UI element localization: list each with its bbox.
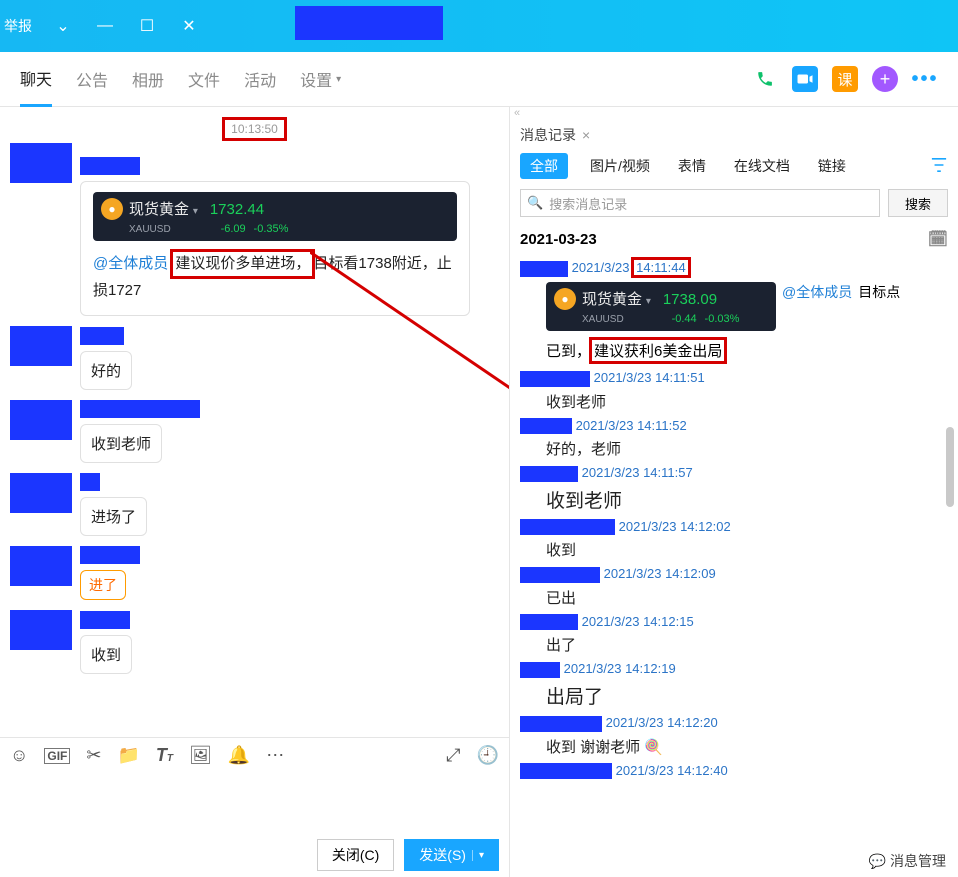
compose-toolbar: ☺ GIF ✂ 📁 TT 🖼 🔔 ⋯ ⤢ 🕘 <box>0 737 509 773</box>
avatar-redacted <box>10 143 72 183</box>
ellipsis-icon[interactable]: ⋯ <box>266 745 284 766</box>
username-redacted <box>520 418 572 434</box>
mention-all[interactable]: @全体成员 <box>782 282 852 302</box>
username-redacted <box>80 400 200 418</box>
message-record-panel: « 消息记录 × 全部 图片/视频 表情 在线文档 链接 🔍 搜索消息记录 搜索… <box>510 107 958 877</box>
report-link[interactable]: 举报 <box>0 16 42 36</box>
record-text: 收到 谢谢老师 🍭 <box>546 736 952 757</box>
username-redacted <box>520 261 568 277</box>
chat-bubble-icon: 💬 <box>869 853 886 870</box>
username-redacted <box>80 546 140 564</box>
username-redacted <box>520 466 578 482</box>
tab-files[interactable]: 文件 <box>188 53 220 105</box>
record-tab-all[interactable]: 全部 <box>520 153 568 179</box>
more-icon[interactable]: ••• <box>912 66 938 92</box>
record-text: 收到老师 <box>546 391 952 412</box>
username-redacted <box>80 327 124 345</box>
record-search-button[interactable]: 搜索 <box>888 189 948 217</box>
history-icon[interactable]: 🕘 <box>477 745 499 766</box>
chat-bubble: 进了 <box>80 570 126 600</box>
tab-settings[interactable]: 设置 ▾ <box>300 53 341 105</box>
tab-album[interactable]: 相册 <box>132 53 164 105</box>
bell-icon[interactable]: 🔔 <box>228 745 250 766</box>
record-tab-link[interactable]: 链接 <box>812 153 852 179</box>
avatar-redacted <box>10 546 72 586</box>
close-button[interactable]: ✕ <box>168 0 210 52</box>
gif-icon[interactable]: GIF <box>44 748 70 764</box>
image-icon[interactable]: 🖼 <box>189 745 212 766</box>
search-icon: 🔍 <box>527 195 543 211</box>
expand-icon[interactable]: ⤢ <box>446 745 460 766</box>
message-manage-button[interactable]: 💬 消息管理 <box>869 851 946 871</box>
scissors-icon[interactable]: ✂ <box>86 745 101 766</box>
username-redacted <box>80 473 100 491</box>
gold-quote-card[interactable]: ● 现货黄金 ▾ 1732.44 XAUUSD -6.09 -0.35% <box>93 192 457 241</box>
record-tab-docs[interactable]: 在线文档 <box>728 153 796 179</box>
emoji-icon[interactable]: ☺ <box>10 745 28 766</box>
record-text: 目标点 <box>858 282 900 302</box>
maximize-button[interactable]: ☐ <box>126 0 168 52</box>
chat-bubble: 收到老师 <box>80 424 162 463</box>
tab-chat[interactable]: 聊天 <box>20 52 52 107</box>
compose-input[interactable] <box>0 773 509 833</box>
chat-bubble: 收到 <box>80 635 132 674</box>
time-divider: 10:13:50 <box>10 117 499 141</box>
avatar-redacted <box>10 400 72 440</box>
close-record-icon[interactable]: × <box>582 127 590 143</box>
record-text: 出局了 <box>546 682 952 709</box>
calendar-icon[interactable]: 🗓 <box>928 229 948 249</box>
record-date: 2021-03-23 <box>520 231 597 248</box>
group-name-redacted <box>295 6 443 40</box>
record-text: 已出 <box>546 587 952 608</box>
record-scrollbar[interactable] <box>946 217 956 777</box>
chevron-down-icon: ▾ <box>336 74 341 85</box>
filter-icon[interactable] <box>930 157 948 176</box>
close-compose-button[interactable]: 关闭(C) <box>317 839 394 871</box>
username-redacted <box>520 763 612 779</box>
record-title: 消息记录 <box>520 125 576 145</box>
gold-coin-icon: ● <box>554 288 576 310</box>
chat-bubble: 进场了 <box>80 497 147 536</box>
username-redacted <box>520 614 578 630</box>
gold-coin-icon: ● <box>101 198 123 220</box>
dropdown-icon[interactable]: ⌄ <box>42 0 84 52</box>
chat-panel: 10:13:50 ● 现货黄金 ▾ 1732.44 XAUUSD -6.09 <box>0 107 510 877</box>
record-tab-emoji[interactable]: 表情 <box>672 153 712 179</box>
username-redacted <box>80 157 140 175</box>
username-redacted <box>520 662 560 678</box>
avatar-redacted <box>10 610 72 650</box>
record-text: 收到老师 <box>546 486 952 513</box>
username-redacted <box>520 519 615 535</box>
record-search-input[interactable]: 🔍 搜索消息记录 <box>520 189 880 217</box>
add-button[interactable]: + <box>872 66 898 92</box>
folder-icon[interactable]: 📁 <box>117 745 139 766</box>
lollipop-emoji-icon: 🍭 <box>644 739 663 756</box>
video-call-icon[interactable] <box>792 66 818 92</box>
class-icon[interactable]: 课 <box>832 66 858 92</box>
format-icon[interactable]: TT <box>156 745 173 766</box>
record-text: 好的，老师 <box>546 438 952 459</box>
username-redacted <box>520 716 602 732</box>
username-redacted <box>520 371 590 387</box>
send-button[interactable]: 发送(S)▾ <box>404 839 499 871</box>
tab-notice[interactable]: 公告 <box>76 53 108 105</box>
avatar-redacted <box>10 326 72 366</box>
chat-bubble: 好的 <box>80 351 132 390</box>
record-tabs: 全部 图片/视频 表情 在线文档 链接 <box>510 147 958 185</box>
record-text: 收到 <box>546 539 952 560</box>
profit-advice-highlight: 建议获利6美金出局 <box>589 337 727 364</box>
avatar-redacted <box>10 473 72 513</box>
gold-quote-card[interactable]: ● 现货黄金 ▾ 1738.09 XAUUSD -0.44 -0.03% <box>546 282 776 331</box>
username-redacted <box>80 611 130 629</box>
username-redacted <box>520 567 600 583</box>
minimize-button[interactable]: — <box>84 0 126 52</box>
title-bar: 举报 ⌄ — ☐ ✕ <box>0 0 958 52</box>
advice-highlight: 建议现价多单进场， <box>170 249 315 279</box>
main-tabs: 聊天 公告 相册 文件 活动 设置 ▾ 课 + ••• <box>0 52 958 107</box>
record-tab-image[interactable]: 图片/视频 <box>584 153 656 179</box>
voice-call-icon[interactable] <box>752 66 778 92</box>
tab-activity[interactable]: 活动 <box>244 53 276 105</box>
record-text: 出了 <box>546 634 952 655</box>
mention-all[interactable]: @全体成员 <box>93 255 168 272</box>
